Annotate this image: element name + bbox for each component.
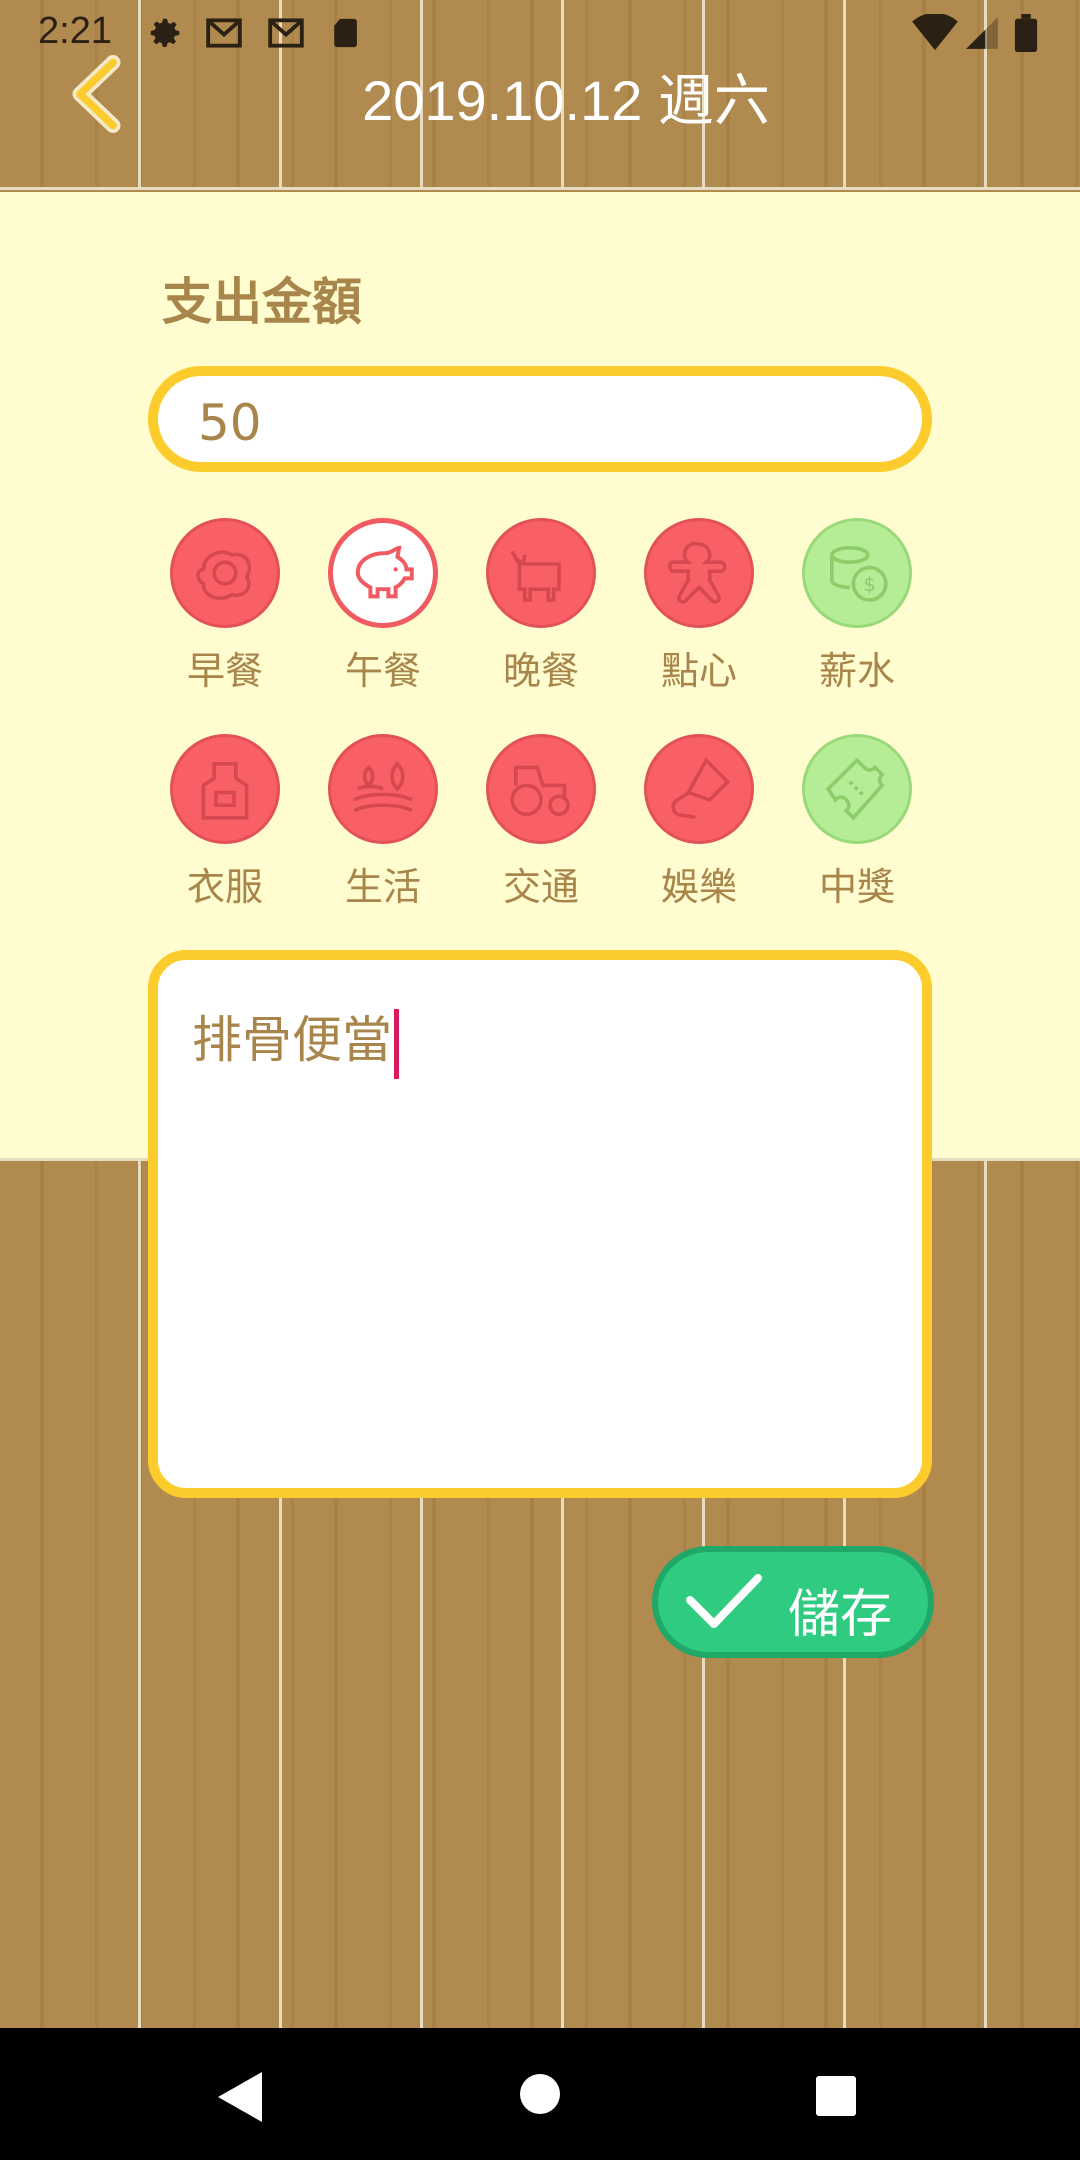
category-transport[interactable]: 交通 [466,734,616,911]
gmail-icon [204,14,242,52]
category-clothes[interactable]: 衣服 [150,734,300,911]
save-label: 儲存 [788,1585,893,1645]
gingerbread-icon [644,518,754,628]
gear-icon [146,14,184,52]
category-label: 午餐 [344,649,421,693]
check-icon [686,1574,762,1628]
category-snack[interactable]: 點心 [624,518,774,695]
category-lottery[interactable]: 中獎 [782,734,932,911]
category-dinner[interactable]: 晚餐 [466,518,616,695]
category-label: 交通 [502,865,579,909]
status-time: 2:21 [38,10,112,52]
cow-icon [486,518,596,628]
text-caret [394,1008,399,1079]
category-label: 點心 [660,649,737,693]
category-salary[interactable]: $ 薪水 [782,518,932,695]
gmail-icon [266,14,304,52]
page-title: 2019.10.12 週六 [362,69,770,132]
save-button[interactable]: 儲存 [652,1546,934,1658]
kite-icon [644,734,754,844]
tractor-icon [486,734,596,844]
apron-icon [170,734,280,844]
farm-icon [328,734,438,844]
nav-back-icon[interactable] [218,2072,262,2122]
category-label: 衣服 [186,865,263,909]
category-entertainment[interactable]: 娛樂 [624,734,774,911]
memo-textarea[interactable]: 排骨便當 [148,950,932,1498]
category-label: 中獎 [818,865,895,909]
coins-icon: $ [802,518,912,628]
pig-icon [328,518,438,628]
category-label: 生活 [344,865,421,909]
wifi-icon [912,12,958,52]
amount-label: 支出金額 [162,273,362,331]
amount-value: 50 [198,394,262,452]
nav-home-icon[interactable] [520,2074,560,2114]
category-lunch[interactable]: 午餐 [308,518,458,695]
signal-icon [962,14,1004,52]
battery-icon [1014,14,1042,52]
category-label: 早餐 [186,649,263,693]
sd-card-icon [330,14,368,52]
nav-recents-icon[interactable] [816,2076,856,2116]
svg-text:$: $ [863,573,876,596]
fried-egg-icon [170,518,280,628]
memo-value: 排骨便當 [192,1011,392,1069]
system-nav-bar [0,2028,1080,2160]
category-living[interactable]: 生活 [308,734,458,911]
category-label: 娛樂 [660,865,737,909]
category-label: 晚餐 [502,649,579,693]
category-label: 薪水 [818,649,895,693]
amount-input[interactable]: 50 [148,366,932,472]
ticket-icon [802,734,912,844]
memo-text-wrap: 排骨便當 [192,1000,399,1079]
category-breakfast[interactable]: 早餐 [150,518,300,695]
